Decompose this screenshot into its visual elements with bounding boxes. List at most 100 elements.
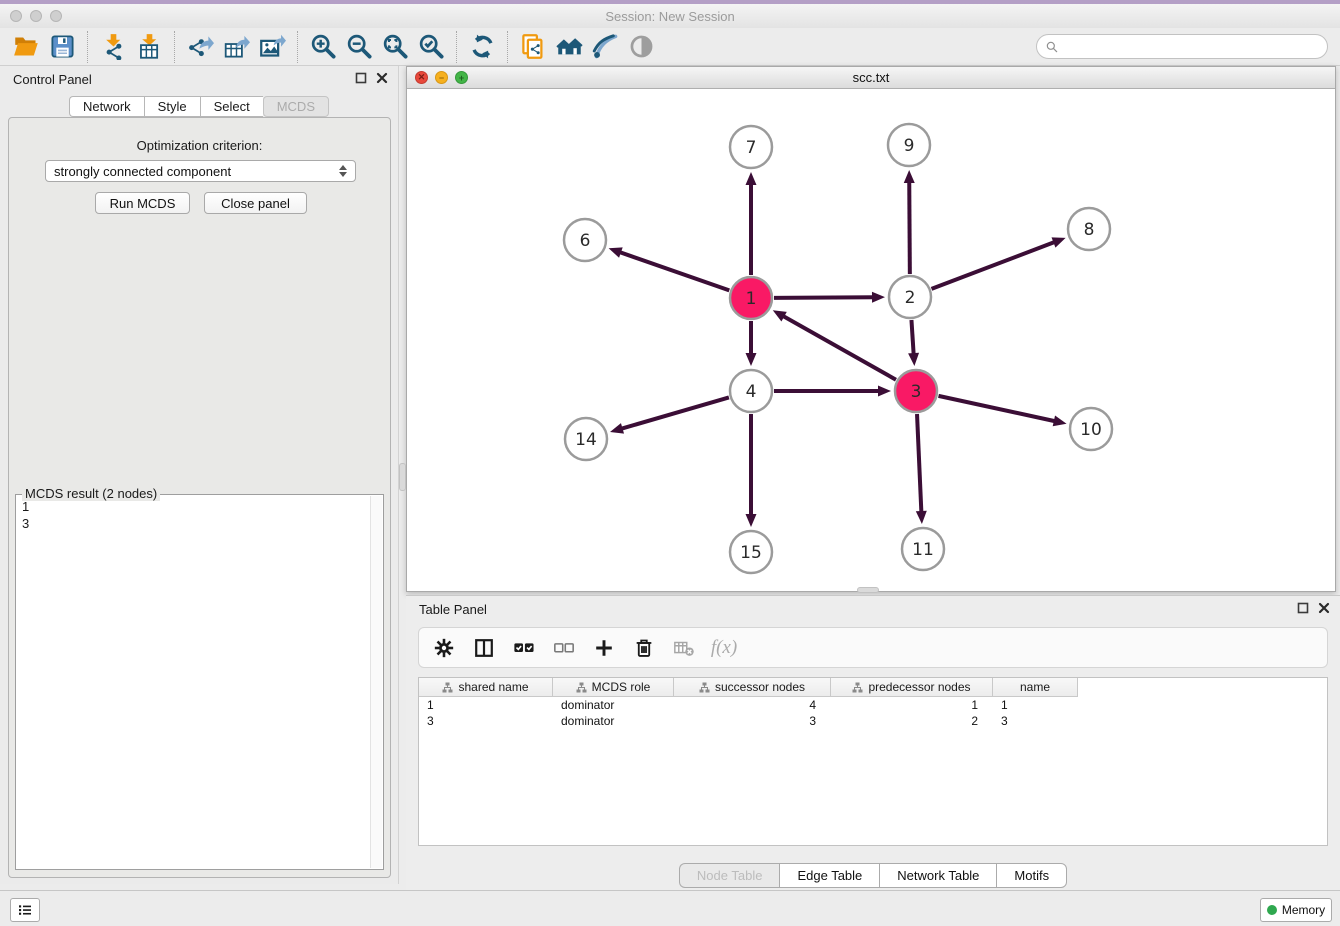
network-canvas[interactable]: 7968124314101511 xyxy=(407,89,1335,591)
vertical-splitter-handle[interactable] xyxy=(399,463,406,491)
import-table-icon xyxy=(136,33,163,60)
status-bar: Memory xyxy=(0,890,1340,926)
tab-select[interactable]: Select xyxy=(200,96,263,117)
edge-2-9[interactable] xyxy=(909,181,910,274)
refresh-layout-button[interactable] xyxy=(464,30,500,64)
search-input[interactable] xyxy=(1059,37,1327,57)
tab-motifs[interactable]: Motifs xyxy=(996,863,1067,888)
edge-1-2[interactable] xyxy=(774,297,874,298)
table-options-icon xyxy=(433,637,455,659)
cell-MCDS-role[interactable]: dominator xyxy=(553,713,674,729)
tab-edge-table[interactable]: Edge Table xyxy=(779,863,879,888)
export-table-button[interactable] xyxy=(218,30,254,64)
edge-3-10[interactable] xyxy=(938,396,1055,421)
edge-1-6[interactable] xyxy=(619,252,729,291)
add-column-icon xyxy=(593,637,615,659)
float-panel-icon[interactable] xyxy=(355,72,367,84)
open-session-button[interactable] xyxy=(8,30,44,64)
edge-3-11[interactable] xyxy=(917,414,921,513)
edge-arrowhead xyxy=(746,172,757,185)
memory-button[interactable]: Memory xyxy=(1260,898,1332,922)
graph-node-label: 3 xyxy=(911,382,922,402)
select-all-columns-button[interactable] xyxy=(511,635,537,661)
cell-successor-nodes[interactable]: 3 xyxy=(674,713,831,729)
edge-arrowhead xyxy=(746,514,757,527)
result-scrollbar[interactable] xyxy=(370,496,382,868)
column-header-name[interactable]: name xyxy=(993,678,1078,697)
close-panel-button[interactable]: Close panel xyxy=(204,192,307,214)
tab-mcds[interactable]: MCDS xyxy=(263,96,329,117)
unselect-all-columns-button[interactable] xyxy=(551,635,577,661)
cybrowser-home-button[interactable] xyxy=(551,30,587,64)
graph-node-label: 9 xyxy=(904,136,915,156)
cell-shared-name[interactable]: 1 xyxy=(419,697,553,713)
show-hide-panel-button[interactable] xyxy=(623,30,659,64)
cell-name[interactable]: 3 xyxy=(993,713,1078,729)
zoom-selected-button[interactable] xyxy=(413,30,449,64)
import-network-icon xyxy=(100,33,127,60)
tab-network-table[interactable]: Network Table xyxy=(879,863,996,888)
zoom-in-button[interactable] xyxy=(305,30,341,64)
run-mcds-button[interactable]: Run MCDS xyxy=(95,192,190,214)
network-window-title: scc.txt xyxy=(407,70,1335,85)
import-network-button[interactable] xyxy=(95,30,131,64)
cell-predecessor-nodes[interactable]: 1 xyxy=(831,697,993,713)
graph-node-label: 11 xyxy=(912,540,934,560)
show-column-panel-button[interactable] xyxy=(471,635,497,661)
table-panel-tabs: Node TableEdge TableNetwork TableMotifs xyxy=(406,863,1340,888)
column-header-MCDS-role[interactable]: MCDS role xyxy=(553,678,674,697)
horizontal-splitter-handle[interactable] xyxy=(857,587,879,593)
search-icon xyxy=(1045,40,1059,54)
zoom-fit-button[interactable] xyxy=(377,30,413,64)
cell-shared-name[interactable]: 3 xyxy=(419,713,553,729)
import-table-button[interactable] xyxy=(131,30,167,64)
graph-node-label: 1 xyxy=(746,289,757,309)
cell-MCDS-role[interactable]: dominator xyxy=(553,697,674,713)
tab-node-table[interactable]: Node Table xyxy=(679,863,780,888)
optimization-criterion-select[interactable]: strongly connected component xyxy=(45,160,356,182)
edge-2-8[interactable] xyxy=(932,242,1056,289)
table-row[interactable]: 3dominator323 xyxy=(419,713,1078,729)
zoom-out-button[interactable] xyxy=(341,30,377,64)
network-window-titlebar[interactable]: ✕ − + scc.txt xyxy=(407,67,1335,89)
tab-style[interactable]: Style xyxy=(144,96,200,117)
graph-node-label: 2 xyxy=(905,288,916,308)
tab-network[interactable]: Network xyxy=(69,96,144,117)
apply-style-button[interactable] xyxy=(587,30,623,64)
close-table-panel-icon[interactable] xyxy=(1318,602,1330,614)
export-image-button[interactable] xyxy=(254,30,290,64)
network-view-window: ✕ − + scc.txt 7968124314101511 xyxy=(406,66,1336,592)
column-header-predecessor-nodes[interactable]: predecessor nodes xyxy=(831,678,993,697)
table-options-button[interactable] xyxy=(431,635,457,661)
column-header-successor-nodes[interactable]: successor nodes xyxy=(674,678,831,697)
memory-status-icon xyxy=(1267,905,1277,915)
column-tree-icon xyxy=(699,682,710,693)
column-header-shared-name[interactable]: shared name xyxy=(419,678,553,697)
table-toolbar: f(x) xyxy=(418,627,1328,668)
float-table-panel-icon[interactable] xyxy=(1297,602,1309,614)
show-hide-panel-icon xyxy=(628,33,655,60)
table-row[interactable]: 1dominator411 xyxy=(419,697,1078,713)
edge-3-1[interactable] xyxy=(782,316,896,380)
edge-arrowhead xyxy=(609,247,623,257)
delete-columns-button[interactable] xyxy=(631,635,657,661)
cell-successor-nodes[interactable]: 4 xyxy=(674,697,831,713)
select-all-columns-icon xyxy=(513,637,535,659)
graph-node-label: 7 xyxy=(746,138,757,158)
search-box[interactable] xyxy=(1036,34,1328,59)
control-panel: Control Panel NetworkStyleSelectMCDS Opt… xyxy=(0,66,399,884)
export-image-icon xyxy=(259,33,286,60)
edge-arrowhead xyxy=(610,423,624,434)
cell-predecessor-nodes[interactable]: 2 xyxy=(831,713,993,729)
edge-2-3[interactable] xyxy=(911,320,913,355)
node-table[interactable]: shared nameMCDS rolesuccessor nodesprede… xyxy=(418,677,1328,846)
save-session-button[interactable] xyxy=(44,30,80,64)
new-network-from-selection-button[interactable] xyxy=(515,30,551,64)
add-column-button[interactable] xyxy=(591,635,617,661)
edge-4-14[interactable] xyxy=(621,397,729,429)
export-network-button[interactable] xyxy=(182,30,218,64)
close-panel-icon[interactable] xyxy=(376,72,388,84)
graph-node-label: 14 xyxy=(575,430,597,450)
cell-name[interactable]: 1 xyxy=(993,697,1078,713)
task-history-button[interactable] xyxy=(10,898,40,922)
